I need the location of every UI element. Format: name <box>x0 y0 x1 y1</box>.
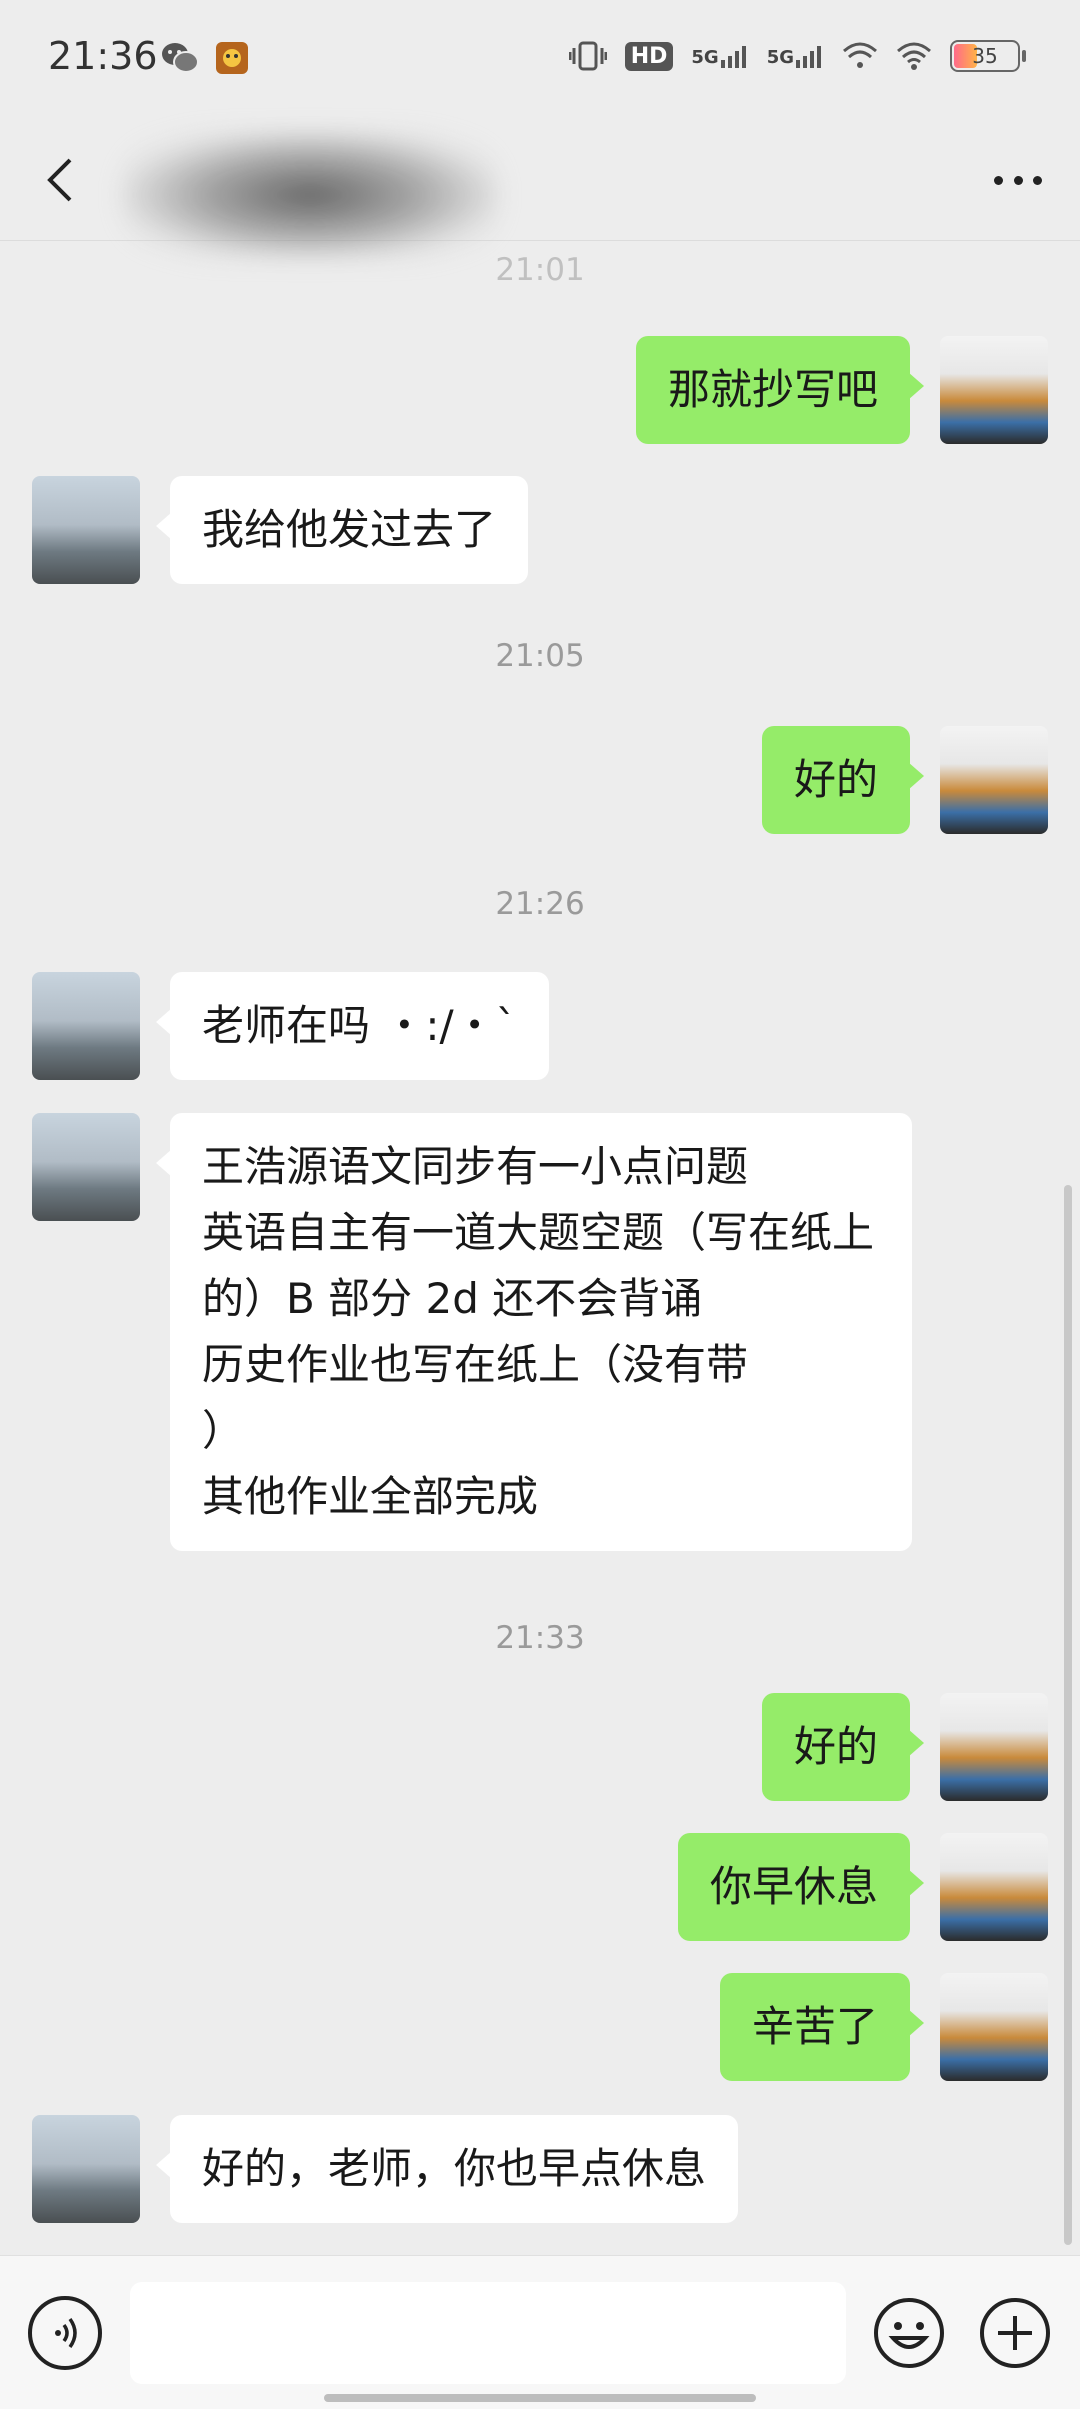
avatar-contact[interactable] <box>32 2115 140 2223</box>
avatar-self[interactable] <box>940 1833 1048 1941</box>
wifi-alert-icon <box>843 42 877 68</box>
message-incoming[interactable]: 王浩源语文同步有一小点问题 英语自主有一道大题空题（写在纸上的）B 部分 2d … <box>156 1113 912 1551</box>
avatar-contact[interactable] <box>32 1113 140 1221</box>
message-incoming[interactable]: 我给他发过去了 <box>155 476 529 584</box>
chat-header <box>0 120 1080 260</box>
notification-icons <box>160 40 250 76</box>
home-indicator[interactable] <box>324 2394 756 2402</box>
avatar-self[interactable] <box>940 1973 1048 2081</box>
message-outgoing[interactable]: 辛苦了 <box>719 1973 925 2081</box>
signal-5g-1: 5G <box>691 44 748 68</box>
game-app-icon <box>216 42 248 74</box>
message-input[interactable] <box>130 2282 846 2384</box>
chat-scrollbar[interactable] <box>1064 1185 1072 2245</box>
voice-icon[interactable] <box>28 2296 102 2370</box>
signal-icon <box>796 46 821 68</box>
hd-icon: HD <box>624 41 674 71</box>
status-right-icons: HD 5G 5G 35 <box>568 40 1026 72</box>
battery-level: 35 <box>972 44 998 68</box>
avatar-self[interactable] <box>940 336 1048 444</box>
message-incoming[interactable]: 好的，老师，你也早点休息 <box>155 2115 739 2223</box>
message-timestamp: 21:26 <box>495 886 585 922</box>
status-bar: 21:36 HD 5G 5G 35 <box>0 0 1080 120</box>
signal-icon <box>720 46 746 68</box>
message-incoming[interactable]: 老师在吗 ・:/・ˋ <box>156 972 549 1080</box>
message-timestamp: 21:01 <box>495 252 585 288</box>
chevron-left-icon[interactable] <box>30 148 94 212</box>
message-outgoing[interactable]: 那就抄写吧 <box>635 336 925 444</box>
signal-5g-2: 5G <box>767 44 824 68</box>
avatar-contact[interactable] <box>32 476 140 584</box>
message-outgoing[interactable]: 你早休息 <box>677 1833 925 1941</box>
message-outgoing[interactable]: 好的 <box>761 1693 925 1801</box>
vibrate-icon <box>568 41 607 71</box>
chat-messages: 21:01 那就抄写吧 我给他发过去了 21:05 好的 21:26 老师在吗 … <box>0 240 1080 2255</box>
message-outgoing[interactable]: 好的 <box>761 726 925 834</box>
avatar-self[interactable] <box>940 1693 1048 1801</box>
plus-icon[interactable] <box>978 2296 1052 2370</box>
avatar-self[interactable] <box>940 726 1048 834</box>
emoji-icon[interactable] <box>872 2296 946 2370</box>
message-timestamp: 21:33 <box>495 1620 585 1656</box>
wechat-icon <box>162 43 199 73</box>
message-timestamp: 21:05 <box>495 638 585 674</box>
status-time: 21:36 <box>48 34 158 78</box>
more-dots-icon[interactable] <box>988 150 1048 210</box>
wifi-icon <box>897 42 931 70</box>
battery-icon: 35 <box>950 40 1026 72</box>
avatar-contact[interactable] <box>32 972 140 1080</box>
input-bar <box>0 2255 1080 2409</box>
